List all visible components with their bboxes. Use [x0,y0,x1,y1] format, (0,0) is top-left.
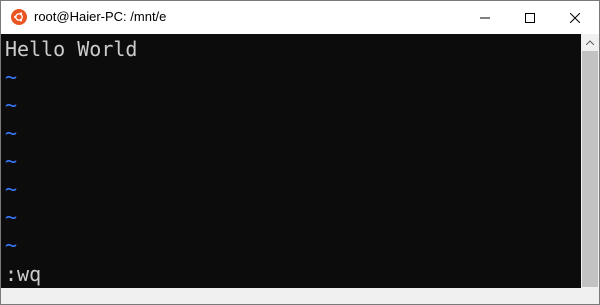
scroll-up-button[interactable] [581,34,599,51]
horizontal-scrollbar[interactable] [1,288,581,304]
maximize-icon [525,12,535,23]
minimize-button[interactable] [462,1,508,34]
vertical-scrollbar[interactable] [581,34,599,304]
scrollbar-corner [581,288,599,304]
empty-line-marker: ~ [5,65,18,89]
title-bar[interactable]: root@Haier-PC: /mnt/e [1,1,599,34]
empty-line-marker: ~ [5,205,18,229]
terminal-window: root@Haier-PC: /mnt/e Hello World ~ ~ ~ … [0,0,600,305]
empty-line-marker: ~ [5,121,18,145]
close-icon [570,12,580,23]
scrollbar-thumb[interactable] [582,51,598,287]
empty-line-marker: ~ [5,149,18,173]
maximize-button[interactable] [507,1,553,34]
close-button[interactable] [552,1,598,34]
buffer-line: Hello World [5,37,138,61]
chevron-up-icon [586,40,594,45]
command-line[interactable]: :wq [5,260,41,288]
minimize-icon [480,17,490,18]
empty-line-marker: ~ [5,177,18,201]
empty-line-marker: ~ [5,233,18,257]
terminal-area[interactable]: Hello World ~ ~ ~ ~ ~ ~ ~ :wq [1,34,581,288]
ubuntu-icon[interactable] [11,9,27,25]
empty-line-marker: ~ [5,93,18,117]
window-title: root@Haier-PC: /mnt/e [34,9,167,24]
